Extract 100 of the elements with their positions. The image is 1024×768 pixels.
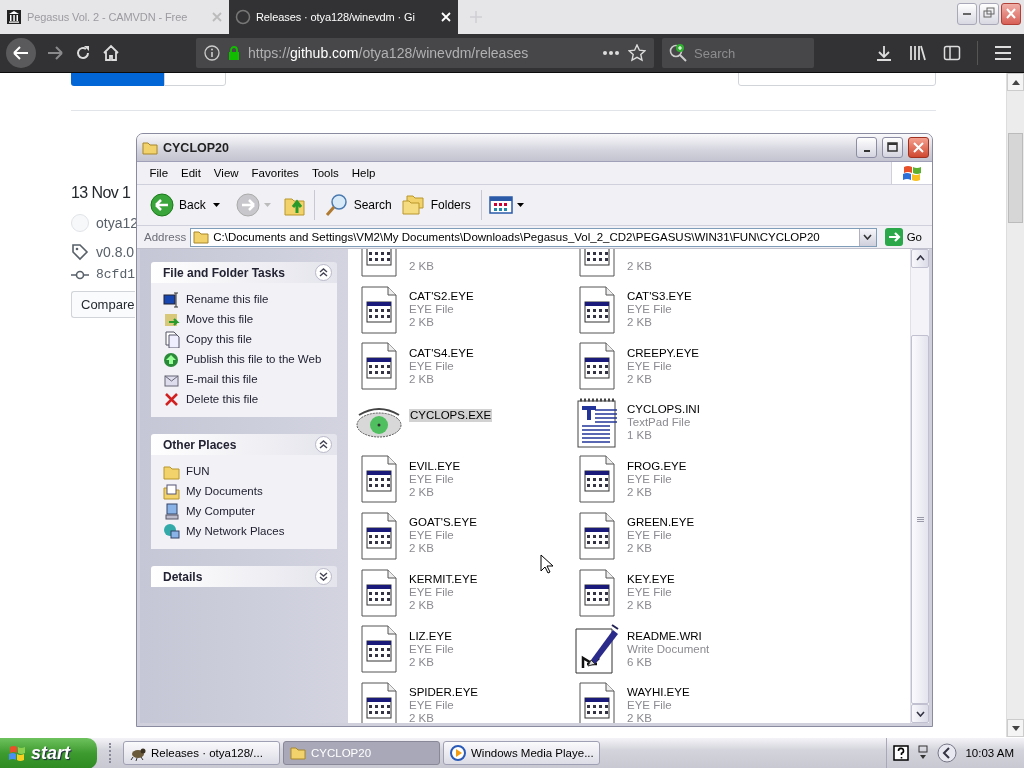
- forward-icon[interactable]: [46, 45, 64, 61]
- close-button[interactable]: [1001, 3, 1021, 25]
- file-name[interactable]: GOAT'S.EYE: [409, 516, 477, 530]
- task-link[interactable]: Move this file: [186, 313, 254, 325]
- scrollbar[interactable]: [1006, 73, 1024, 737]
- file-name[interactable]: EVIL.EYE: [409, 459, 461, 473]
- address-field[interactable]: C:\Documents and Settings\VM2\My Documents\Downloads\Pegasus_Vol_2_CD2\PEGASUS\WIN31\FUN\CYCLOP20: [190, 227, 877, 247]
- menu-item[interactable]: File: [143, 167, 175, 179]
- scrollbar-thumb[interactable]: [1008, 133, 1023, 223]
- up-arrow-icon[interactable]: [1011, 79, 1020, 85]
- menu-item[interactable]: Help: [345, 167, 382, 179]
- task-link[interactable]: Copy this file: [186, 333, 252, 345]
- collapse-tray-icon[interactable]: [937, 743, 958, 763]
- dropdown-arrow-icon[interactable]: [516, 203, 524, 207]
- file-size: 2 KB: [409, 712, 435, 723]
- minimize-button[interactable]: [957, 3, 977, 25]
- star-icon[interactable]: [628, 44, 646, 62]
- start-button[interactable]: start: [0, 737, 97, 768]
- library-icon[interactable]: [909, 44, 927, 62]
- browser-tab[interactable]: Releases · otya128/winevdm · Gi: [229, 0, 458, 34]
- file-name[interactable]: SPIDER.EYE: [409, 686, 479, 700]
- file-type: EYE File: [409, 699, 455, 713]
- menu-item[interactable]: Favorites: [245, 167, 306, 179]
- file-size: 2 KB: [409, 655, 435, 669]
- file-name[interactable]: LIZ.EYE: [409, 629, 454, 643]
- compare-button[interactable]: Compare: [71, 291, 135, 318]
- file-name[interactable]: CREEPY.EYE: [627, 346, 699, 360]
- museum-icon: [6, 9, 22, 25]
- search-button[interactable]: Search: [321, 191, 395, 219]
- task-link[interactable]: My Network Places: [186, 525, 285, 537]
- taskbar-button[interactable]: Windows Media Playe...: [443, 741, 600, 765]
- pen-and-paper-icon: [575, 624, 619, 675]
- taskbar-button[interactable]: Releases · otya128/...: [123, 741, 280, 765]
- clock[interactable]: 10:03 AM: [965, 747, 1014, 759]
- file-type: EYE File: [627, 529, 673, 543]
- task-link[interactable]: Delete this file: [186, 393, 259, 405]
- file-name[interactable]: FROG.EYE: [627, 459, 687, 473]
- file-name[interactable]: CAT'S4.EYE: [409, 346, 474, 360]
- file-size: 1 KB: [627, 429, 653, 443]
- file-name[interactable]: README.WRI: [627, 629, 710, 643]
- document-icon: [579, 342, 615, 391]
- menu-icon[interactable]: [994, 45, 1012, 61]
- back-button[interactable]: Back: [147, 191, 209, 219]
- reload-icon[interactable]: [74, 44, 92, 62]
- dropdown-arrow-icon[interactable]: [212, 203, 220, 207]
- file-name[interactable]: WAYHI.EYE: [627, 686, 690, 700]
- file-size: 2 KB: [409, 599, 435, 613]
- document-icon: [579, 285, 615, 334]
- task-link[interactable]: My Documents: [186, 485, 263, 497]
- home-icon[interactable]: [102, 44, 120, 62]
- file-name[interactable]: CYCLOPS.EXE: [409, 408, 493, 422]
- computer-icon: [163, 502, 180, 520]
- folders-button[interactable]: Folders: [398, 192, 474, 218]
- author-name[interactable]: otya12: [96, 215, 139, 231]
- file-name[interactable]: CAT'S2.EYE: [409, 290, 474, 304]
- search-field[interactable]: Search: [662, 38, 814, 68]
- down-arrow-icon[interactable]: [1011, 725, 1020, 731]
- file-name[interactable]: CAT'S3.EYE: [627, 290, 692, 304]
- go-button[interactable]: Go: [880, 228, 928, 246]
- file-type: EYE File: [409, 359, 455, 373]
- expand-icon[interactable]: [315, 568, 332, 585]
- task-link[interactable]: Publish this file to the Web: [186, 353, 322, 365]
- file-size: 2 KB: [627, 485, 653, 499]
- grip-icon: [916, 516, 924, 523]
- file-type: Write Document: [627, 642, 710, 656]
- media-player-icon: [450, 745, 466, 761]
- collapse-icon[interactable]: [315, 436, 332, 453]
- menu-item[interactable]: Edit: [174, 167, 208, 179]
- task-link[interactable]: E-mail this file: [186, 373, 258, 385]
- notepad-icon: [577, 397, 617, 448]
- globe-icon: [163, 350, 180, 368]
- file-name[interactable]: KERMIT.EYE: [409, 573, 478, 587]
- document-icon: [579, 511, 615, 560]
- task-link[interactable]: Rename this file: [186, 293, 269, 305]
- menu-item[interactable]: Tools: [305, 167, 346, 179]
- menu-item[interactable]: View: [207, 167, 246, 179]
- scrollbar-thumb[interactable]: [911, 334, 929, 705]
- file-name[interactable]: GREEN.EYE: [627, 516, 695, 530]
- task-link[interactable]: My Computer: [186, 505, 256, 517]
- file-type: EYE File: [627, 699, 673, 713]
- help-icon[interactable]: [893, 745, 910, 761]
- file-size: 2 KB: [409, 372, 435, 386]
- back-icon[interactable]: [6, 38, 36, 68]
- commit-hash[interactable]: 8cfd1: [96, 267, 135, 282]
- file-name[interactable]: CYCLOPS.INI: [627, 403, 700, 417]
- minimize-button[interactable]: [856, 137, 877, 158]
- sidebar-icon[interactable]: [943, 44, 961, 62]
- maximize-button[interactable]: [882, 137, 903, 158]
- file-name[interactable]: KEY.EYE: [627, 573, 675, 587]
- close-button[interactable]: [908, 137, 929, 158]
- address-bar[interactable]: https://github.com/otya128/winevdm/releases: [196, 38, 654, 68]
- rename-icon: [163, 290, 180, 308]
- more-icon[interactable]: [602, 50, 620, 56]
- task-link[interactable]: FUN: [186, 465, 210, 477]
- views-icon[interactable]: [488, 195, 513, 215]
- scrollbar[interactable]: [910, 249, 929, 723]
- download-icon[interactable]: [875, 44, 893, 62]
- collapse-icon[interactable]: [315, 264, 332, 281]
- tag-name[interactable]: v0.8.0: [96, 244, 135, 260]
- restore-button[interactable]: [979, 3, 999, 25]
